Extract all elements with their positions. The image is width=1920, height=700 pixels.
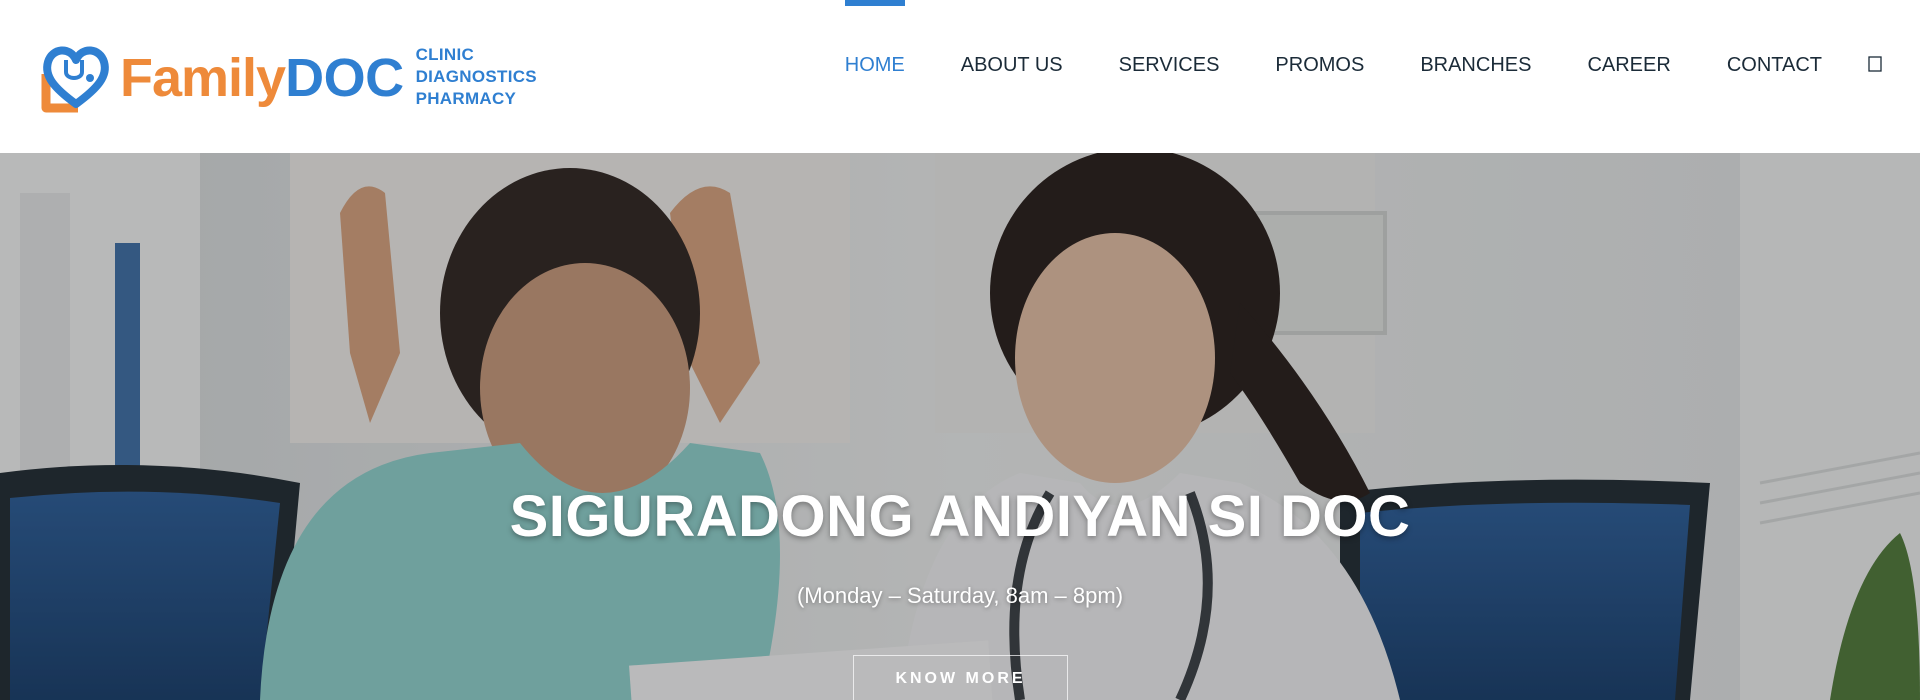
logo-tagline: CLINIC DIAGNOSTICS PHARMACY xyxy=(416,44,537,110)
nav-promos[interactable]: PROMOS xyxy=(1275,0,1364,130)
nav-home-label: HOME xyxy=(844,53,905,76)
nav-branches-label: BRANCHES xyxy=(1420,53,1532,76)
tagline-pharmacy: PHARMACY xyxy=(415,89,517,108)
nav-career[interactable]: CAREER xyxy=(1587,0,1670,130)
hero-slider: SIGURADONG ANDIYAN SI DOC (Monday – Satu… xyxy=(0,153,1920,700)
main-nav: HOME ABOUT US SERVICES PROMOS BRANCHES C… xyxy=(817,0,1920,130)
logo-family-text: Family xyxy=(120,48,286,108)
tagline-clinic: CLINIC xyxy=(415,45,475,64)
nav-services-label: SERVICES xyxy=(1118,53,1220,76)
search-icon[interactable] xyxy=(1864,0,1888,130)
nav-promos-label: PROMOS xyxy=(1275,53,1365,76)
heart-stethoscope-logo-icon xyxy=(36,38,116,116)
tagline-diagnostics: DIAGNOSTICS xyxy=(415,67,537,86)
nav-about-us-label: ABOUT US xyxy=(960,53,1063,76)
nav-about-us[interactable]: ABOUT US xyxy=(961,0,1063,130)
nav-career-label: CAREER xyxy=(1587,53,1671,76)
know-more-button[interactable]: KNOW MORE xyxy=(853,655,1068,700)
know-more-label: KNOW MORE xyxy=(895,670,1026,687)
nav-contact[interactable]: CONTACT xyxy=(1727,0,1822,130)
hero-dark-overlay xyxy=(0,153,1920,700)
logo-doc-text: DOC xyxy=(285,48,404,108)
nav-home[interactable]: HOME xyxy=(844,0,905,130)
familydoc-logo[interactable]: Family DOC CLINIC DIAGNOSTICS PHARMACY xyxy=(36,38,537,116)
hero-subtitle: (Monday – Saturday, 8am – 8pm) xyxy=(796,583,1124,608)
nav-contact-label: CONTACT xyxy=(1726,53,1822,76)
nav-services[interactable]: SERVICES xyxy=(1119,0,1220,130)
nav-branches[interactable]: BRANCHES xyxy=(1420,0,1531,130)
site-header: Family DOC CLINIC DIAGNOSTICS PHARMACY H… xyxy=(0,0,1920,153)
hero-title: SIGURADONG ANDIYAN SI DOC xyxy=(509,484,1411,549)
logo-wordmark: Family DOC xyxy=(120,47,404,109)
